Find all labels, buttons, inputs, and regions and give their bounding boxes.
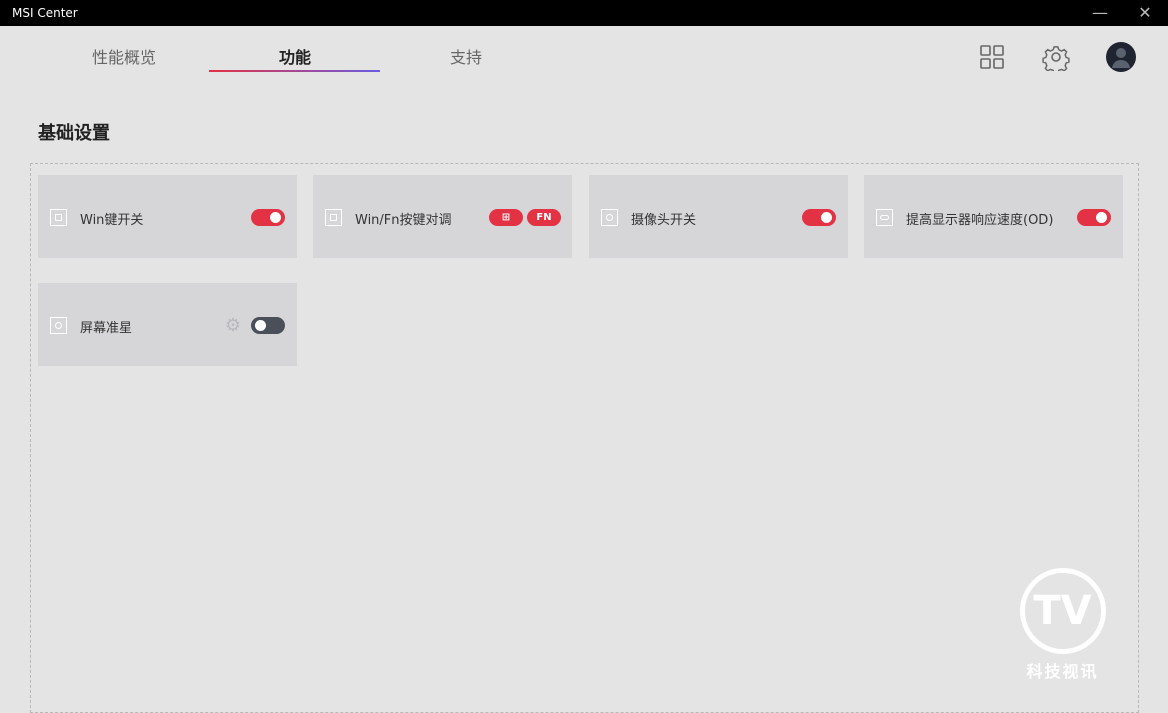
avatar-icon[interactable] (1105, 41, 1137, 73)
active-tab-indicator (209, 70, 380, 72)
fn-pill-button[interactable]: FN (527, 209, 561, 226)
tab-features[interactable]: 功能 (209, 44, 381, 68)
crosshair-settings-icon[interactable]: ⚙ (225, 315, 241, 336)
tab-support[interactable]: 支持 (380, 44, 552, 68)
section-title: 基础设置 (38, 123, 110, 144)
card-overdrive: 提高显示器响应速度(OD) (864, 175, 1123, 258)
watermark-text: 科技视讯 (1026, 662, 1099, 681)
windows-icon (325, 209, 342, 226)
minimize-button[interactable]: — (1085, 3, 1115, 23)
win-key-toggle[interactable] (251, 209, 285, 226)
camera-toggle[interactable] (802, 209, 836, 226)
title-bar: MSI Center — ✕ (0, 0, 1168, 26)
window-title: MSI Center (12, 6, 78, 20)
card-label: 摄像头开关 (631, 213, 697, 228)
card-label: 提高显示器响应速度(OD) (906, 213, 1054, 228)
tab-bar: 性能概览 功能 支持 (0, 26, 600, 76)
watermark-emblem: TV (1019, 568, 1106, 654)
watermark-logo: TV 科技视讯 (1010, 568, 1115, 682)
link-icon (876, 209, 893, 226)
grid-icon[interactable] (978, 43, 1006, 71)
card-label: Win/Fn按键对调 (355, 213, 452, 228)
overdrive-toggle[interactable] (1077, 209, 1111, 226)
camera-icon (601, 209, 618, 226)
gear-icon[interactable] (1042, 43, 1070, 71)
card-win-key: Win键开关 (38, 175, 297, 258)
win-pill-button[interactable]: ⊞ (489, 209, 523, 226)
crosshair-toggle[interactable] (251, 317, 285, 334)
card-crosshair: 屏幕准星 ⚙ (38, 283, 297, 366)
windows-icon (50, 209, 67, 226)
close-button[interactable]: ✕ (1130, 3, 1160, 23)
card-label: Win键开关 (80, 213, 144, 228)
card-win-fn-swap: Win/Fn按键对调 ⊞ FN (313, 175, 572, 258)
crosshair-icon (50, 317, 67, 334)
tab-performance[interactable]: 性能概览 (38, 44, 210, 68)
card-label: 屏幕准星 (80, 321, 133, 336)
card-camera: 摄像头开关 (589, 175, 848, 258)
